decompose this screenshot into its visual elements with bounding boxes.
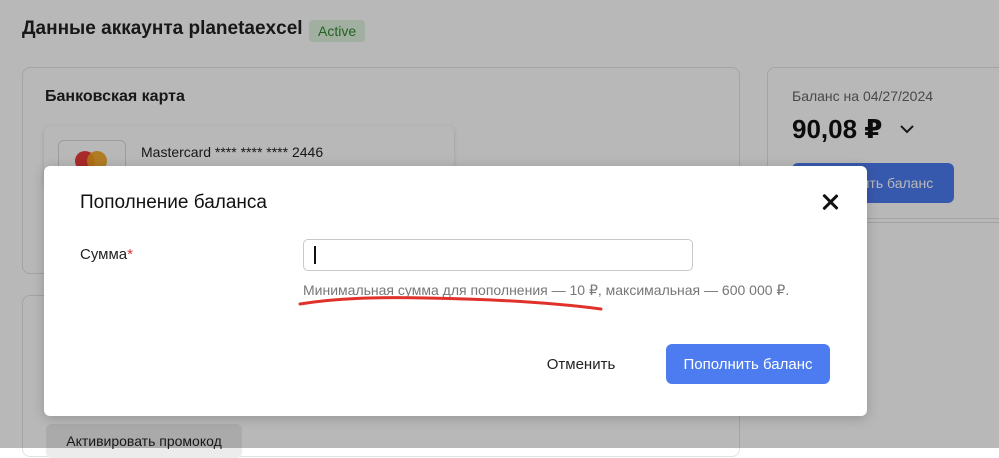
- required-mark: *: [127, 246, 133, 263]
- topup-modal: Пополнение баланса Сумма* Минимальная су…: [44, 166, 867, 416]
- cancel-button[interactable]: Отменить: [526, 344, 636, 384]
- amount-label: Сумма*: [80, 246, 133, 263]
- modal-title: Пополнение баланса: [80, 192, 267, 213]
- amount-label-text: Сумма: [80, 246, 128, 263]
- submit-topup-button[interactable]: Пополнить баланс: [666, 344, 830, 384]
- text-cursor: [314, 246, 316, 264]
- close-icon[interactable]: [818, 190, 842, 214]
- amount-input[interactable]: [303, 239, 693, 271]
- hand-drawn-underline: [298, 296, 603, 311]
